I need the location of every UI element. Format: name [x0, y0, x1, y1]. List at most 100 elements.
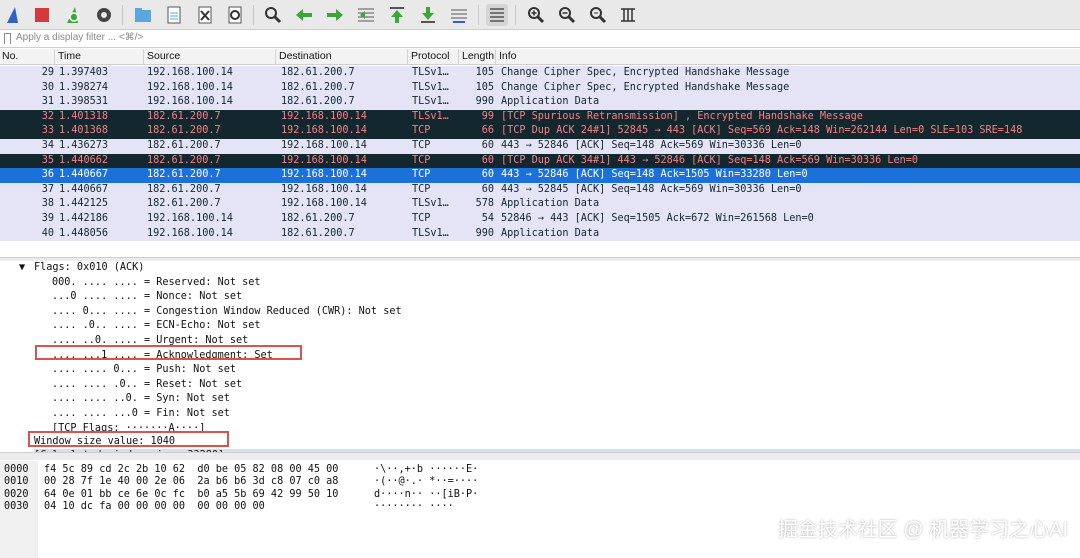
- packet-row[interactable]: 36 1.440667 182.61.200.7 192.168.100.14 TCP 6…: [0, 168, 1080, 183]
- stop-square-icon[interactable]: [31, 4, 53, 26]
- packet-cell-src: 182.61.200.7: [147, 125, 221, 137]
- display-filter-placeholder[interactable]: Apply a display filter ... <⌘/>: [16, 32, 143, 43]
- packet-row[interactable]: 29 1.397403 192.168.100.14 182.61.200.7 TLSv…: [0, 66, 1080, 81]
- packet-cell-len: 60: [481, 183, 494, 195]
- packet-cell-no: 32: [41, 110, 54, 122]
- packet-cell-src: 182.61.200.7: [147, 140, 221, 151]
- flag-line[interactable]: .... .... ..0. = Syn: Not set: [52, 392, 230, 407]
- packet-cell-info: [TCP Dup ACK 24#1] 52845 → 443 [ACK] Seq…: [501, 125, 1023, 137]
- packet-cell-info: Application Data: [501, 227, 600, 239]
- flag-line[interactable]: 000. .... .... = Reserved: Not set: [52, 276, 261, 291]
- packet-cell-no: 40: [41, 227, 54, 239]
- hex-bytes[interactable]: 64 0e 01 bb ce 6e 0c fc b0 a5 5b 69 42 9…: [44, 489, 338, 501]
- hex-ascii[interactable]: ·\··,+·b ······E·: [374, 464, 478, 476]
- packet-row[interactable]: 40 1.448056 192.168.100.14 182.61.200.7 TLSv…: [0, 226, 1080, 242]
- packet-cell-len: 578: [475, 198, 494, 210]
- packet-row[interactable]: 35 1.440662 182.61.200.7 192.168.100.14 TCP 6…: [0, 153, 1080, 169]
- hex-bytes[interactable]: 00 28 7f 1e 40 00 2e 06 2a b6 b6 3d c8 0…: [44, 476, 338, 488]
- flag-line[interactable]: .... .... ...0 = Fin: Not set: [52, 407, 230, 422]
- packet-cell-no: 33: [41, 125, 54, 137]
- restart-fin-icon[interactable]: [63, 4, 85, 26]
- go-back-icon[interactable]: [293, 4, 315, 26]
- packet-row[interactable]: 31 1.398531 192.168.100.14 182.61.200.7 TLSv…: [0, 95, 1080, 110]
- packet-cell-len: 60: [481, 169, 494, 181]
- hex-ascii[interactable]: ········ ····: [374, 501, 454, 513]
- main-toolbar: [0, 0, 1080, 30]
- flag-line[interactable]: .... .... .0.. = Reset: Not set: [52, 378, 242, 393]
- packet-cell-info: [TCP Spurious Retransmission] , Encrypte…: [501, 110, 863, 122]
- first-packet-icon[interactable]: [386, 4, 408, 26]
- packet-cell-src: 192.168.100.14: [147, 227, 233, 239]
- packet-cell-info: 443 → 52845 [ACK] Seq=148 Ack=569 Win=30…: [501, 183, 802, 195]
- column-header-source[interactable]: Source: [145, 49, 276, 65]
- flags-expand-icon[interactable]: ▼: [19, 261, 25, 276]
- flag-line[interactable]: .... .... 0... = Push: Not set: [52, 363, 236, 378]
- packet-cell-no: 31: [41, 96, 54, 108]
- bookmark-icon[interactable]: [4, 33, 11, 44]
- hex-offset: 0000: [4, 464, 29, 475]
- packet-cell-proto: TLSv1…: [412, 110, 449, 122]
- packet-cell-proto: TLSv1…: [412, 67, 449, 78]
- packet-cell-time: 1.440667: [59, 169, 109, 181]
- packet-cell-len: 990: [475, 227, 494, 239]
- watermark: 掘金技术社区 @ 机器学习之心AI: [777, 519, 1068, 541]
- packet-cell-len: 990: [475, 96, 494, 108]
- column-header-destination[interactable]: Destination: [277, 49, 408, 65]
- hex-ascii[interactable]: ·(··@·.· *··=····: [374, 476, 478, 488]
- column-header-time[interactable]: Time: [56, 49, 144, 65]
- hex-ascii[interactable]: d····n·· ··[iB·P·: [374, 489, 478, 501]
- packet-row[interactable]: 32 1.401318 182.61.200.7 192.168.100.14 TLSv…: [0, 109, 1080, 125]
- packet-bytes-pane: 0000 f4 5c 89 cd 2c 2b 10 62 d0 be 05 82 …: [0, 461, 1080, 558]
- display-filter-bar[interactable]: Apply a display filter ... <⌘/>: [0, 30, 1080, 48]
- packet-cell-no: 35: [41, 154, 54, 166]
- find-packet-icon[interactable]: [262, 4, 284, 26]
- colorize-icon[interactable]: [486, 4, 508, 26]
- packet-cell-len: 54: [481, 213, 494, 224]
- packet-cell-dst: 192.168.100.14: [281, 154, 367, 166]
- shark-fin-start-icon[interactable]: [3, 4, 25, 26]
- zoom-out-icon[interactable]: [556, 4, 578, 26]
- packet-list: 29 1.397403 192.168.100.14 182.61.200.7 TLSv…: [0, 66, 1080, 257]
- packet-row[interactable]: 33 1.401368 182.61.200.7 192.168.100.14 TCP 6…: [0, 124, 1080, 139]
- packet-row[interactable]: 37 1.440667 182.61.200.7 192.168.100.14 TCP 6…: [0, 182, 1080, 198]
- packet-row[interactable]: 38 1.442125 182.61.200.7 192.168.100.14 TLSv…: [0, 197, 1080, 212]
- packet-cell-no: 29: [41, 67, 54, 78]
- packet-cell-src: 192.168.100.14: [147, 96, 233, 108]
- hex-bytes[interactable]: 04 10 dc fa 00 00 00 00 00 00 00 00: [44, 501, 265, 513]
- capture-options-gear-icon[interactable]: [93, 4, 115, 26]
- packet-cell-src: 192.168.100.14: [147, 81, 233, 93]
- reload-icon[interactable]: [224, 4, 246, 26]
- pane-splitter[interactable]: [0, 452, 1080, 460]
- column-header-no[interactable]: No.: [0, 49, 55, 65]
- close-file-icon[interactable]: [194, 4, 216, 26]
- flag-line[interactable]: .... .0.. .... = ECN-Echo: Not set: [52, 319, 261, 334]
- packet-cell-time: 1.440667: [59, 183, 109, 195]
- packet-row[interactable]: 30 1.398274 192.168.100.14 182.61.200.7 TLSv…: [0, 80, 1080, 96]
- packet-cell-time: 1.401318: [59, 110, 109, 122]
- file-save-icon[interactable]: [163, 4, 185, 26]
- packet-row[interactable]: 34 1.436273 182.61.200.7 192.168.100.14 TCP 6…: [0, 139, 1080, 154]
- go-to-packet-icon[interactable]: [355, 4, 377, 26]
- hex-offset: 0020: [4, 488, 29, 500]
- flags-header[interactable]: Flags: 0x010 (ACK): [34, 261, 144, 276]
- packet-cell-info: Application Data: [501, 198, 600, 210]
- window-size-highlight-box: [28, 431, 229, 447]
- normal-size-icon[interactable]: [587, 4, 609, 26]
- last-packet-icon[interactable]: [417, 4, 439, 26]
- column-header-info[interactable]: Info: [497, 49, 1080, 65]
- auto-scroll-icon[interactable]: [448, 4, 470, 26]
- packet-cell-info: 443 → 52846 [ACK] Seq=148 Ack=1505 Win=3…: [501, 169, 808, 181]
- resize-columns-icon[interactable]: [617, 4, 639, 26]
- go-forward-icon[interactable]: [324, 4, 346, 26]
- flag-line[interactable]: ...0 .... .... = Nonce: Not set: [52, 290, 242, 305]
- packet-cell-time: 1.442125: [59, 198, 109, 210]
- hex-bytes[interactable]: f4 5c 89 cd 2c 2b 10 62 d0 be 05 82 08 0…: [44, 464, 338, 476]
- packet-cell-src: 192.168.100.14: [147, 213, 233, 224]
- zoom-in-icon[interactable]: [525, 4, 547, 26]
- open-folder-icon[interactable]: [132, 4, 154, 26]
- packet-row[interactable]: 39 1.442186 192.168.100.14 182.61.200.7 TCP 5…: [0, 212, 1080, 227]
- column-header-length[interactable]: Length: [460, 49, 496, 65]
- packet-cell-len: 60: [481, 154, 494, 166]
- flag-line[interactable]: .... 0... .... = Congestion Window Reduc…: [52, 305, 402, 320]
- column-header-protocol[interactable]: Protocol: [409, 49, 459, 65]
